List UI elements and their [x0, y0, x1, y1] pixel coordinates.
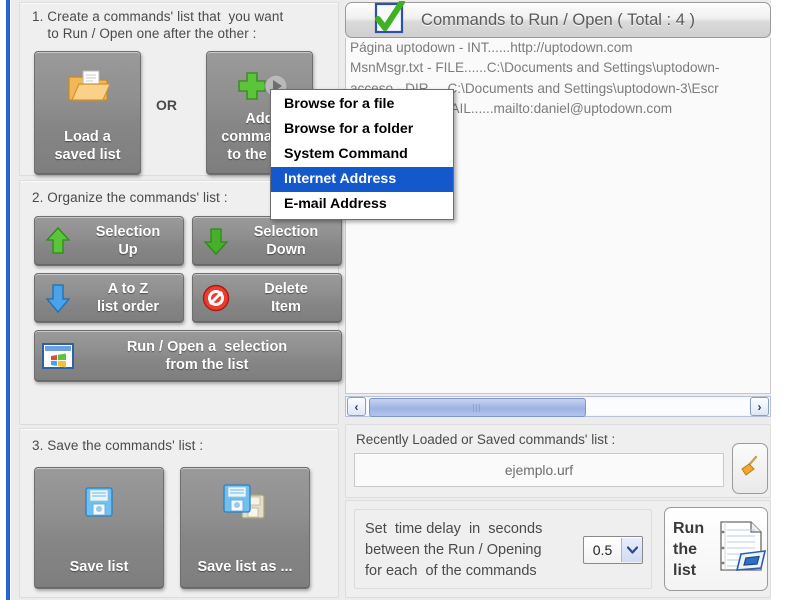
clear-recent-button[interactable]: [732, 443, 768, 494]
load-saved-list-label: Load a saved list: [54, 129, 121, 163]
selection-up-label: Selection Up: [95, 224, 161, 258]
recent-list-field[interactable]: ejemplo.urf: [354, 453, 724, 487]
load-saved-list-button[interactable]: Load a saved list: [34, 51, 141, 175]
arrow-down-icon: [193, 226, 239, 256]
save-list-label: Save list: [69, 559, 129, 575]
context-menu-item-browse-file[interactable]: Browse for a file: [271, 92, 453, 117]
list-item[interactable]: MsnMsgr.txt - FILE......C:\Documents and…: [346, 58, 770, 78]
sort-a-to-z-button[interactable]: A to Z list order: [34, 273, 184, 323]
window-border-left-accent: [6, 0, 10, 600]
delay-seconds-value: 0.5: [592, 542, 613, 558]
or-separator-label: OR: [156, 97, 177, 113]
run-the-list-button[interactable]: Run the list: [664, 507, 768, 591]
save-list-as-label: Save list as ...: [197, 559, 293, 575]
save-list-button[interactable]: Save list: [34, 467, 164, 589]
floppy-disk-stack-icon: [181, 480, 309, 524]
step-3-panel: 3. Save the commands' list : Save list S…: [19, 428, 339, 598]
context-menu-item-internet-address[interactable]: Internet Address: [271, 167, 453, 192]
selection-up-button[interactable]: Selection Up: [34, 216, 184, 266]
broom-icon: [738, 453, 762, 484]
scrollbar-thumb[interactable]: [369, 398, 586, 417]
step-1-title: 1. Create a commands' list that you want…: [32, 9, 284, 41]
add-commands-context-menu[interactable]: Browse for a file Browse for a folder Sy…: [270, 89, 454, 220]
main-content: 1. Create a commands' list that you want…: [11, 0, 771, 600]
application-window: 1. Create a commands' list that you want…: [0, 0, 800, 600]
delete-item-label: Delete Item: [264, 281, 308, 315]
no-entry-icon: [193, 283, 239, 313]
commands-list-header-label: Commands to Run / Open ( Total : 4 ): [421, 10, 695, 29]
context-menu-item-system-command[interactable]: System Command: [271, 142, 453, 167]
delay-and-run-panel: Set time delay in seconds between the Ru…: [345, 500, 771, 598]
delay-seconds-select[interactable]: 0.5: [583, 536, 643, 564]
context-menu-item-email-address[interactable]: E-mail Address: [271, 192, 453, 217]
run-the-list-label: Run the list: [673, 519, 705, 579]
step-2-title: 2. Organize the commands' list :: [32, 190, 228, 205]
listbox-horizontal-scrollbar[interactable]: ‹ ›: [345, 396, 771, 417]
windows-run-icon: [35, 341, 81, 371]
scroll-right-arrow-icon[interactable]: ›: [750, 397, 769, 416]
context-menu-item-browse-folder[interactable]: Browse for a folder: [271, 117, 453, 142]
scroll-left-arrow-icon[interactable]: ‹: [347, 397, 366, 416]
step-3-title: 3. Save the commands' list :: [32, 438, 204, 453]
run-open-selection-label: Run / Open a selection from the list: [126, 339, 288, 373]
sort-a-to-z-label: A to Z list order: [96, 281, 160, 315]
recent-list-panel: Recently Loaded or Saved commands' list …: [345, 424, 771, 498]
arrow-up-icon: [35, 226, 81, 256]
chevron-down-icon[interactable]: [621, 538, 642, 562]
scrollbar-track[interactable]: [367, 398, 749, 417]
green-check-box-icon: [368, 0, 408, 39]
list-item[interactable]: Página uptodown - INT......http://uptodo…: [346, 38, 770, 58]
selection-down-label: Selection Down: [253, 224, 319, 258]
open-folder-icon: [35, 64, 140, 108]
commands-list-header: Commands to Run / Open ( Total : 4 ): [345, 0, 771, 39]
delete-item-button[interactable]: Delete Item: [192, 273, 342, 323]
delay-setting-box: Set time delay in seconds between the Ru…: [354, 509, 652, 589]
scrollbar-grip-icon: [473, 403, 482, 412]
save-list-as-button[interactable]: Save list as ...: [180, 467, 310, 589]
run-list-document-icon: [715, 518, 767, 581]
delay-label: Set time delay in seconds between the Ru…: [365, 521, 543, 579]
floppy-disk-icon: [35, 480, 163, 524]
arrow-down-blue-icon: [35, 282, 81, 314]
window-border-right: [770, 0, 800, 600]
recent-list-label: Recently Loaded or Saved commands' list …: [356, 432, 616, 447]
selection-down-button[interactable]: Selection Down: [192, 216, 342, 266]
run-open-selection-button[interactable]: Run / Open a selection from the list: [34, 330, 342, 382]
